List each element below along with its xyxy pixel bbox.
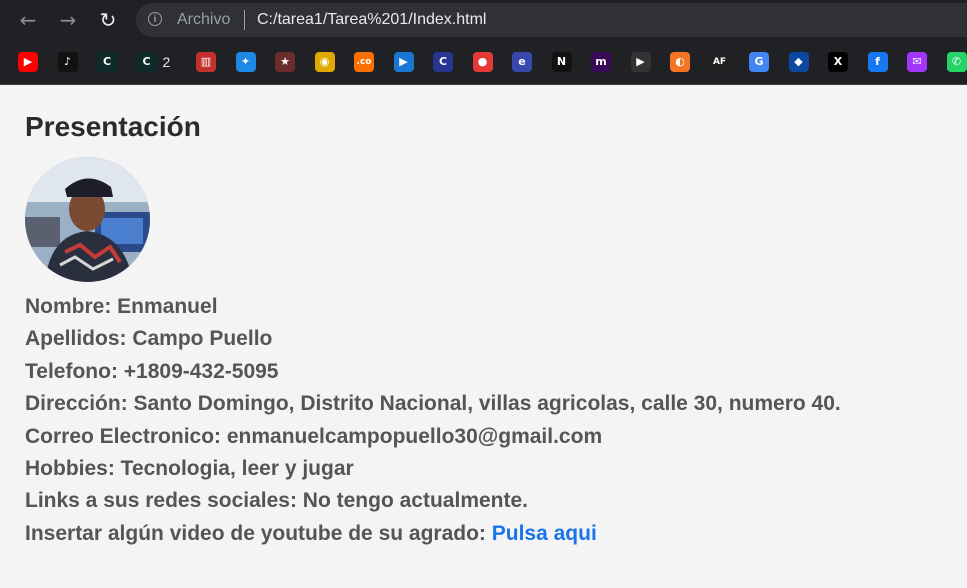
- detail-line: Links a sus redes sociales: No tengo act…: [25, 489, 529, 513]
- popcorn-icon[interactable]: ▥: [196, 52, 216, 72]
- whatsapp-icon[interactable]: ✆: [946, 52, 967, 72]
- play-blue-icon[interactable]: ▶: [393, 52, 414, 72]
- c-icon[interactable]: C: [136, 52, 157, 72]
- info-icon[interactable]: i: [148, 12, 162, 26]
- anime-icon[interactable]: ★: [275, 52, 295, 72]
- detail-line: Hobbies: Tecnologia, leer y jugar: [25, 457, 354, 481]
- detail-line: Correo Electronico: enmanuelcampopuello3…: [25, 424, 603, 448]
- netflix-icon[interactable]: N: [551, 52, 572, 72]
- video-line: Insertar algún video de youtube de su ag…: [25, 518, 841, 550]
- address-bar[interactable]: i Archivo C:/tarea1/Tarea%201/Index.html: [136, 3, 967, 37]
- tiktok-icon[interactable]: ♪: [57, 52, 78, 72]
- page-title: Presentación: [25, 111, 201, 142]
- back-arrow-icon[interactable]: ←: [16, 8, 40, 32]
- divider: [244, 10, 245, 30]
- profile-photo: [25, 157, 150, 282]
- detail-line: Dirección: Santo Domingo, Distrito Nacio…: [25, 392, 841, 416]
- film-icon[interactable]: ▶: [630, 52, 651, 72]
- forward-arrow-icon[interactable]: →: [56, 8, 80, 32]
- play-circle-icon[interactable]: ◉: [314, 52, 335, 72]
- detail-line: Telefono: +1809-432-5095: [25, 359, 279, 383]
- youtube-icon[interactable]: ▶: [18, 52, 38, 72]
- translate-icon[interactable]: G: [749, 52, 769, 72]
- detail-line: Apellidos: Campo Puello: [25, 327, 273, 351]
- messenger-icon[interactable]: ✉: [907, 52, 927, 72]
- af-icon[interactable]: AF: [709, 52, 730, 72]
- youtube-link[interactable]: Pulsa aqui: [492, 522, 597, 545]
- bookmark-label[interactable]: 2: [163, 52, 171, 72]
- facebook-icon[interactable]: f: [867, 52, 888, 72]
- shield-icon[interactable]: ◆: [788, 52, 809, 72]
- video-prefix: Insertar algún video de youtube de su ag…: [25, 521, 492, 545]
- browser-toolbar: ← → ↻ i Archivo C:/tarea1/Tarea%201/Inde…: [0, 0, 967, 40]
- bookmarks-bar: ▶ ♪ C C 2 ▥ ✦ ★ ◉ .co ▶ C ● e Nm ▶ ◐ AF G ◆ Xf ✉ ✆: [0, 40, 967, 85]
- m-icon[interactable]: m: [591, 52, 611, 72]
- security-chip: Archivo: [177, 11, 231, 28]
- c-icon[interactable]: C: [97, 52, 117, 72]
- profile-details: Nombre: Enmanuel Apellidos: Campo Puello T…: [25, 291, 841, 550]
- co-icon[interactable]: .co: [354, 52, 374, 72]
- detail-line: Nombre: Enmanuel: [25, 295, 218, 318]
- reload-icon[interactable]: ↻: [96, 8, 120, 32]
- claro-icon[interactable]: ●: [472, 52, 493, 72]
- puzzle-icon[interactable]: ✦: [235, 52, 256, 72]
- crunchyroll-icon[interactable]: ◐: [670, 52, 690, 72]
- e-icon[interactable]: e: [512, 52, 532, 72]
- avatar: [25, 157, 150, 282]
- c-blue-icon[interactable]: C: [433, 52, 453, 72]
- x-icon[interactable]: X: [828, 52, 848, 72]
- url-text[interactable]: C:/tarea1/Tarea%201/Index.html: [257, 10, 486, 30]
